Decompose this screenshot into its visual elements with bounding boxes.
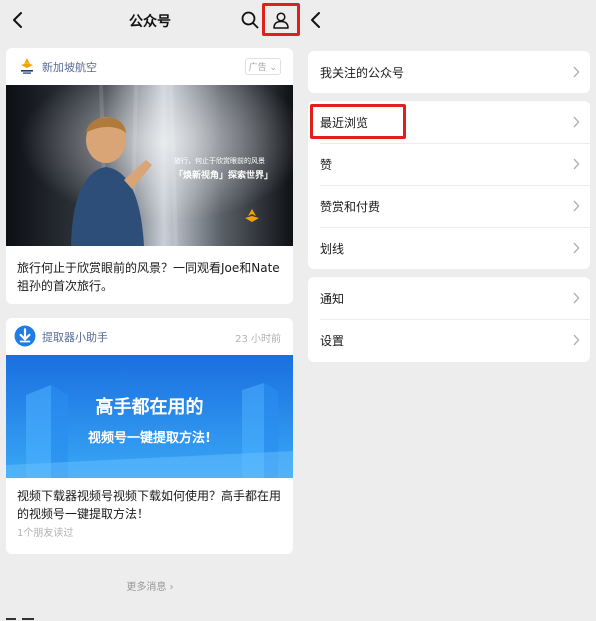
menu-item-settings[interactable]: 设置 bbox=[308, 319, 590, 361]
menu-item-recently-viewed[interactable]: 最近浏览 bbox=[308, 101, 590, 143]
official-accounts-panel: 公众号 新加坡航空 广告 ⌄ 旅行，何止于欣赏眼前的风景 「焕新视角」探索世界」… bbox=[0, 0, 300, 621]
chevron-right-icon bbox=[573, 334, 580, 346]
chevron-right-icon bbox=[573, 200, 580, 212]
menu-item-label: 赞赏和付费 bbox=[320, 200, 381, 214]
article-headline[interactable]: 旅行何止于欣赏眼前的风景？一同观看Joe和Nate祖孙的首次旅行。 bbox=[17, 259, 283, 295]
menu-group: 最近浏览 赞 赞赏和付费 划线 bbox=[308, 101, 590, 269]
highlight-box bbox=[310, 104, 406, 139]
banner-title-2: 视频号一键提取方法! bbox=[88, 431, 211, 446]
chevron-right-icon bbox=[573, 158, 580, 170]
article-cover-image[interactable]: 高手都在用的 视频号一键提取方法! bbox=[6, 355, 293, 478]
person-icon bbox=[273, 12, 289, 29]
menu-item-likes[interactable]: 赞 bbox=[308, 143, 590, 185]
menu-item-label: 划线 bbox=[320, 242, 345, 256]
menu-group: 我关注的公众号 bbox=[308, 51, 590, 93]
banner-caption-1: 旅行，何止于欣赏眼前的风景 bbox=[174, 157, 265, 165]
ad-tag-label: 广告 bbox=[248, 63, 267, 73]
partial-bottom-icon bbox=[6, 618, 34, 620]
banner-caption-2: 「焕新视角」探索世界」 bbox=[174, 171, 274, 181]
article-card[interactable]: 新加坡航空 广告 ⌄ 旅行，何止于欣赏眼前的风景 「焕新视角」探索世界」 旅行何… bbox=[6, 48, 293, 304]
search-icon[interactable] bbox=[240, 10, 260, 30]
ad-tag[interactable]: 广告 ⌄ bbox=[244, 58, 281, 75]
chevron-right-icon bbox=[573, 292, 580, 304]
menu-item-label: 我关注的公众号 bbox=[320, 66, 405, 80]
menu-item-label: 通知 bbox=[320, 292, 345, 306]
chevron-right-icon bbox=[573, 116, 580, 128]
menu-item-label: 赞 bbox=[320, 158, 333, 172]
chevron-right-icon bbox=[573, 242, 580, 254]
card-header: 新加坡航空 广告 ⌄ bbox=[6, 48, 293, 84]
top-bar: 公众号 bbox=[0, 0, 300, 40]
profile-button[interactable] bbox=[262, 3, 300, 36]
menu-item-followed-accounts[interactable]: 我关注的公众号 bbox=[308, 51, 590, 93]
article-cover-image[interactable]: 旅行，何止于欣赏眼前的风景 「焕新视角」探索世界」 bbox=[6, 85, 293, 246]
back-arrow-icon[interactable] bbox=[306, 10, 326, 30]
article-card[interactable]: 提取器小助手 23 小时前 高手都在用的 视频号一键提取方法! 视频下载器视频号… bbox=[6, 318, 293, 554]
post-time: 23 小时前 bbox=[235, 334, 281, 345]
account-name[interactable]: 新加坡航空 bbox=[42, 59, 97, 75]
profile-menu-panel: 我关注的公众号 最近浏览 赞 赞赏和付费 划线 通知 设置 bbox=[300, 0, 596, 621]
chevron-right-icon bbox=[573, 66, 580, 78]
account-name[interactable]: 提取器小助手 bbox=[42, 329, 108, 345]
friends-read-count: 1个朋友读过 bbox=[17, 528, 74, 539]
singapore-airlines-logo-icon[interactable] bbox=[17, 56, 37, 76]
menu-item-label: 设置 bbox=[320, 334, 345, 348]
card-header: 提取器小助手 23 小时前 bbox=[6, 318, 293, 354]
menu-item-notifications[interactable]: 通知 bbox=[308, 277, 590, 319]
menu-group: 通知 设置 bbox=[308, 277, 590, 362]
more-messages-label: 更多消息 bbox=[126, 582, 167, 593]
menu-item-highlights[interactable]: 划线 bbox=[308, 227, 590, 269]
menu-item-tips-and-payments[interactable]: 赞赏和付费 bbox=[308, 185, 590, 227]
more-messages-link[interactable]: 更多消息 › bbox=[0, 578, 300, 593]
download-icon[interactable] bbox=[14, 325, 36, 347]
article-headline[interactable]: 视频下载器视频号视频下载如何使用？高手都在用的视频号一键提取方法！ bbox=[17, 487, 283, 523]
banner-title-1: 高手都在用的 bbox=[95, 397, 204, 418]
